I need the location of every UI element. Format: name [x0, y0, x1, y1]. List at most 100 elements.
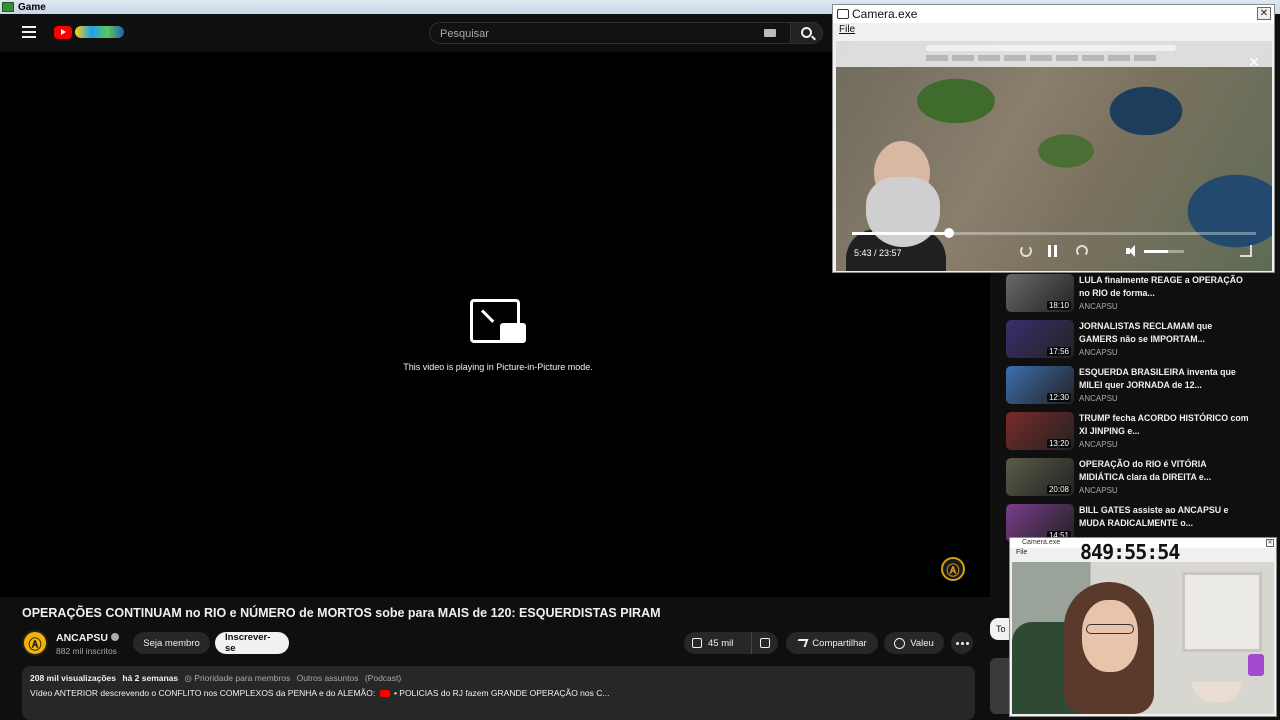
pip-close-icon[interactable]: ✕	[1246, 55, 1262, 69]
back-to-tab-icon[interactable]	[1240, 245, 1252, 257]
description-box[interactable]: 208 mil visualizações há 2 semanas ◎ Pri…	[22, 666, 975, 720]
podcast-tag[interactable]: (Podcast)	[365, 673, 401, 683]
search-box[interactable]	[429, 22, 791, 44]
stream-clock: 849:55:54	[1080, 540, 1180, 564]
recommendation-thumbnail[interactable]: 12:30	[1006, 366, 1074, 404]
recommendation-title[interactable]: TRUMP fecha ACORDO HISTÓRICO com XI JINP…	[1079, 412, 1249, 437]
camera-app-icon	[837, 9, 849, 19]
join-label: Seja membro	[143, 637, 200, 649]
pip-progress-bar[interactable]	[852, 228, 1256, 238]
recommendation-channel[interactable]: ANCAPSU	[1079, 302, 1118, 311]
recommendation-item[interactable]: 18:10 LULA finalmente REAGE a OPERAÇÃO n…	[1006, 274, 1246, 314]
dislike-button[interactable]	[752, 632, 778, 654]
forward-10-icon[interactable]	[1076, 245, 1088, 257]
thumb-down-icon	[760, 638, 770, 648]
youtube-link-icon	[379, 690, 390, 697]
recommendation-title[interactable]: BILL GATES assiste ao ANCAPSU e MUDA RAD…	[1079, 504, 1249, 529]
channel-watermark-icon[interactable]: Ⓐ	[941, 557, 965, 581]
duration-badge: 12:30	[1046, 393, 1071, 402]
duration-badge: 18:10	[1046, 301, 1071, 310]
menu-file[interactable]: File	[839, 24, 855, 35]
recommendation-title[interactable]: JORNALISTAS RECLAMAM que GAMERS não se I…	[1079, 320, 1249, 345]
recommendation-thumbnail[interactable]: 20:08	[1006, 458, 1074, 496]
window-close-icon[interactable]: ✕	[1257, 7, 1271, 20]
share-button[interactable]: Compartilhar	[786, 632, 878, 654]
recommendation-thumbnail[interactable]: 13:20	[1006, 412, 1074, 450]
search-icon	[801, 27, 812, 38]
recommendation-channel[interactable]: ANCAPSU	[1079, 394, 1118, 403]
description-text: Vídeo ANTERIOR descrevendo o CONFLITO no…	[30, 688, 967, 698]
volume-icon[interactable]	[1126, 245, 1138, 257]
recommendation-item[interactable]: 12:30 ESQUERDA BRASILEIRA inventa que MI…	[1006, 366, 1246, 406]
join-button[interactable]: Seja membro	[133, 632, 210, 654]
subscribe-button[interactable]: Inscrever-se	[215, 632, 289, 654]
recommendation-item[interactable]: 20:08 OPERAÇÃO do RIO é VITÓRIA MIDIÁTIC…	[1006, 458, 1246, 498]
recommendation-thumbnail[interactable]: 18:10	[1006, 274, 1074, 312]
recommendation-channel[interactable]: ANCAPSU	[1079, 440, 1118, 449]
picture-in-picture-icon	[470, 299, 526, 345]
pip-progress-fill	[852, 232, 949, 235]
browser-toolbar-image	[836, 41, 1272, 67]
recommendation-item[interactable]: 13:20 TRUMP fecha ACORDO HISTÓRICO com X…	[1006, 412, 1249, 452]
recommendation-channel[interactable]: ANCAPSU	[1079, 486, 1118, 495]
subscribe-label: Inscrever-se	[225, 632, 271, 654]
camera-window[interactable]: Camera.exe ✕ File ✕ 5:43 / 23:57	[832, 4, 1275, 273]
other-topics-tag[interactable]: Outros assuntos	[297, 673, 359, 683]
screen: Game This video is playing in Picture-in…	[0, 0, 1280, 720]
thanks-button[interactable]: Valeu	[884, 632, 944, 654]
hamburger-menu-icon[interactable]	[22, 26, 36, 38]
recommendation-title[interactable]: ESQUERDA BRASILEIRA inventa que MILEI qu…	[1079, 366, 1249, 391]
youtube-logo[interactable]	[54, 24, 124, 40]
camera-2-menu-file[interactable]: File	[1016, 549, 1027, 556]
pip-time: 5:43 / 23:57	[854, 248, 902, 258]
like-count: 45 mil	[708, 637, 734, 649]
pip-video-view[interactable]: ✕ 5:43 / 23:57	[836, 41, 1272, 271]
more-actions-button[interactable]	[951, 632, 973, 654]
recommendation-thumbnail[interactable]: 17:56	[1006, 320, 1074, 358]
recommendation-item[interactable]: 17:56 JORNALISTAS RECLAMAM que GAMERS nã…	[1006, 320, 1246, 360]
search-button[interactable]	[791, 22, 823, 44]
subscriber-count: 882 mil inscritos	[56, 646, 117, 656]
volume-fill	[1144, 250, 1168, 253]
camera-window-title: Camera.exe	[852, 7, 918, 21]
volume-slider[interactable]	[1144, 250, 1184, 253]
pip-progress-knob[interactable]	[943, 228, 954, 238]
share-label: Compartilhar	[812, 637, 867, 649]
side-chip[interactable]: To	[990, 618, 1010, 640]
os-app-name: Game	[18, 1, 46, 13]
keyboard-icon[interactable]	[764, 29, 776, 37]
window-2-close-icon[interactable]: ✕	[1266, 539, 1274, 547]
thumb-up-icon	[692, 638, 702, 648]
share-icon	[795, 639, 809, 647]
recommendation-title[interactable]: OPERAÇÃO do RIO é VITÓRIA MIDIÁTICA clar…	[1079, 458, 1249, 483]
video-title: OPERAÇÕES CONTINUAM no RIO e NÚMERO de M…	[22, 606, 661, 620]
channel-avatar[interactable]: Ⓐ	[22, 630, 48, 656]
description-link[interactable]: • POLICIAS do RJ fazem GRANDE OPERAÇÃO n…	[394, 688, 610, 698]
search-input[interactable]	[440, 26, 740, 42]
webcam-view	[1012, 562, 1274, 714]
members-priority-tag[interactable]: ◎ Prioridade para membros	[185, 673, 291, 683]
logo-doodle	[75, 26, 124, 38]
game-app-icon	[2, 2, 14, 12]
like-button[interactable]: 45 mil	[684, 632, 752, 654]
pip-message: This video is playing in Picture-in-Pict…	[403, 362, 593, 372]
verified-icon	[110, 633, 119, 641]
like-dislike-group: 45 mil	[684, 632, 778, 654]
camera-window-2[interactable]: Camera.exe ✕ File 849:55:54	[1009, 537, 1277, 717]
replay-10-icon[interactable]	[1020, 245, 1032, 257]
recommendation-channel[interactable]: ANCAPSU	[1079, 348, 1118, 357]
pause-icon[interactable]	[1048, 245, 1060, 257]
duration-badge: 20:08	[1046, 485, 1071, 494]
thanks-icon	[894, 637, 906, 649]
youtube-play-icon	[54, 25, 72, 39]
upload-age: há 2 semanas	[122, 673, 179, 683]
camera-window-titlebar[interactable]: Camera.exe ✕	[833, 5, 1274, 23]
duration-badge: 13:20	[1046, 439, 1071, 448]
recommendation-title[interactable]: LULA finalmente REAGE a OPERAÇÃO no RIO …	[1079, 274, 1249, 299]
duration-badge: 17:56	[1046, 347, 1071, 356]
channel-name-row[interactable]: ANCAPSU	[56, 632, 119, 644]
channel-name[interactable]: ANCAPSU	[56, 632, 108, 644]
side-thumbnail-partial[interactable]	[990, 658, 1010, 714]
view-count: 208 mil visualizações	[30, 673, 116, 683]
thanks-label: Valeu	[910, 637, 934, 649]
